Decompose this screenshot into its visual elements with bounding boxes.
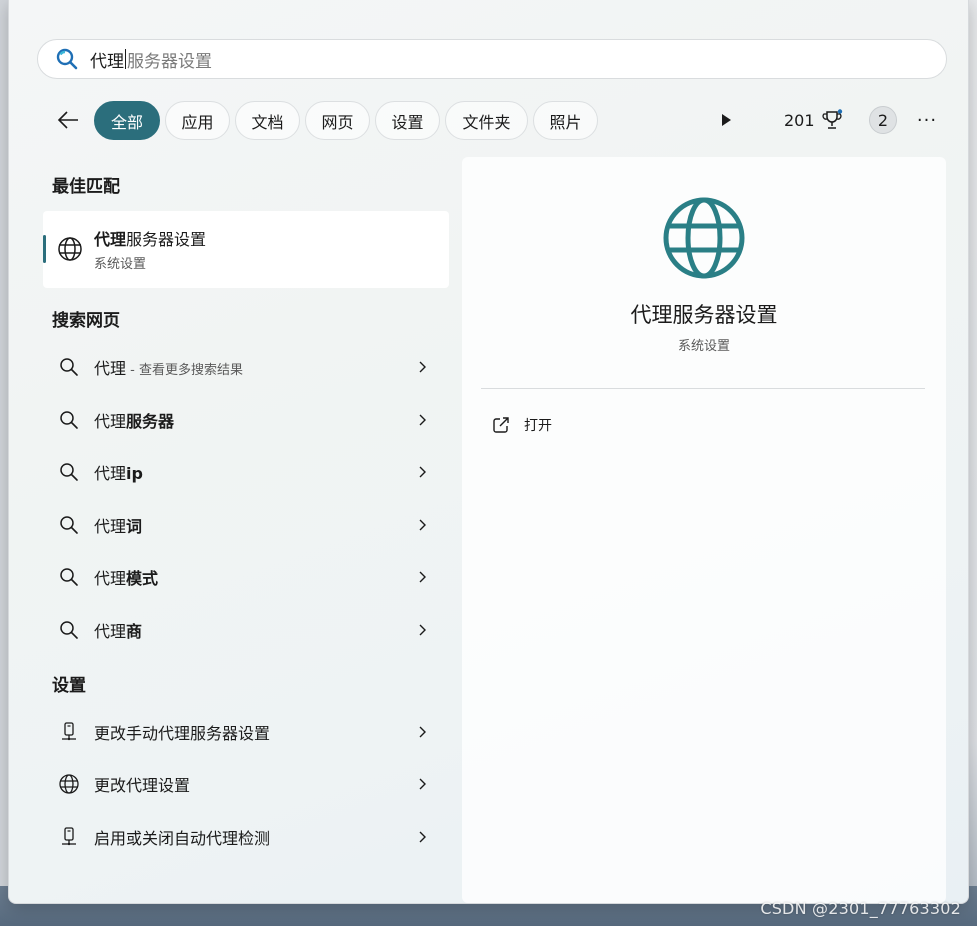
- web-search-item-label: 代理词: [94, 513, 142, 537]
- search-typed-text: 代理: [90, 51, 124, 72]
- settings-item-label: 启用或关闭自动代理检测: [94, 829, 271, 848]
- query-prefix: 代理: [94, 359, 127, 378]
- search-icon: [57, 513, 81, 537]
- chevron-right-icon: [419, 361, 426, 373]
- filter-chip-folders[interactable]: 文件夹: [445, 101, 528, 140]
- best-match-title: 代理服务器设置: [94, 226, 206, 250]
- best-match-subtitle: 系统设置: [94, 257, 147, 272]
- chevron-right-icon: [419, 466, 426, 478]
- filter-bar: 全部 应用 文档 网页 设置 文件夹 照片 201 2 ···: [53, 100, 953, 140]
- search-icon: [57, 408, 81, 432]
- query-prefix: 代理: [94, 412, 127, 431]
- query-completion: 服务器: [126, 412, 175, 431]
- search-icon: [57, 618, 81, 642]
- web-search-item-label: 代理ip: [94, 460, 143, 484]
- query-completion: ip: [126, 464, 143, 483]
- query-completion: 词: [126, 517, 143, 536]
- globe-icon: [56, 235, 84, 263]
- background-window-edge-left: [0, 0, 8, 926]
- more-filters-play-button[interactable]: [717, 111, 735, 129]
- open-label: 打开: [524, 418, 552, 434]
- best-match-heading: 最佳匹配: [52, 177, 120, 197]
- web-search-item-label: 代理商: [94, 618, 142, 642]
- web-search-item-label: 代理 - 查看更多搜索结果: [94, 355, 243, 379]
- chevron-right-icon: [419, 778, 426, 790]
- query-prefix: 代理: [94, 517, 127, 536]
- trophy-icon: [822, 109, 842, 129]
- chevron-right-icon: [419, 519, 426, 531]
- search-panel: 代理 服务器设置 全部 应用 文档 网页 设置 文件夹 照片 201 2 ···…: [8, 0, 969, 904]
- chevron-right-icon: [419, 726, 426, 738]
- chevron-right-icon: [419, 831, 426, 843]
- search-icon: [57, 355, 81, 379]
- settings-item-label: 更改代理设置: [94, 776, 191, 795]
- query-prefix: 代理: [94, 569, 127, 588]
- preview-subtitle: 系统设置: [677, 339, 730, 354]
- back-button[interactable]: [53, 106, 83, 134]
- search-bar[interactable]: 代理 服务器设置: [37, 39, 947, 79]
- web-search-item[interactable]: 代理商: [43, 605, 449, 655]
- web-search-item[interactable]: 代理服务器: [43, 395, 449, 445]
- search-icon: [57, 460, 81, 484]
- preview-title: 代理服务器设置: [630, 303, 778, 327]
- network-device-icon: [57, 825, 81, 849]
- chevron-right-icon: [419, 414, 426, 426]
- settings-heading: 设置: [52, 676, 86, 696]
- query-prefix: 代理: [94, 622, 127, 641]
- search-suggestion-text: 服务器设置: [127, 51, 212, 72]
- web-search-item[interactable]: 代理词: [43, 500, 449, 550]
- arrow-left-icon: [57, 111, 78, 129]
- search-input[interactable]: 代理 服务器设置: [90, 44, 910, 74]
- play-icon: [722, 114, 731, 126]
- query-hint: - 查看更多搜索结果: [126, 363, 243, 378]
- filter-chip-settings[interactable]: 设置: [375, 101, 440, 140]
- web-search-item[interactable]: 代理模式: [43, 552, 449, 602]
- rewards-points-value: 201: [784, 110, 815, 130]
- best-match-title-rest: 服务器设置: [126, 230, 207, 249]
- web-search-item-label: 代理服务器: [94, 408, 174, 432]
- web-search-item[interactable]: 代理ip: [43, 447, 449, 497]
- filter-chip-photos[interactable]: 照片: [533, 101, 598, 140]
- preview-pane: 代理服务器设置 系统设置 打开: [462, 157, 946, 903]
- account-badge[interactable]: 2: [869, 106, 897, 134]
- open-external-icon: [493, 417, 509, 433]
- settings-item[interactable]: 更改手动代理服务器设置: [43, 707, 449, 757]
- search-icon: [56, 48, 78, 70]
- settings-item-label: 更改手动代理服务器设置: [94, 724, 271, 743]
- rewards-points[interactable]: 201: [784, 108, 843, 132]
- filter-chip-apps[interactable]: 应用: [165, 101, 230, 140]
- preview-divider: [481, 388, 925, 389]
- filter-chip-all[interactable]: 全部: [94, 101, 160, 140]
- query-prefix: 代理: [94, 464, 127, 483]
- filter-chip-web[interactable]: 网页: [305, 101, 370, 140]
- network-device-icon: [57, 720, 81, 744]
- settings-item[interactable]: 更改代理设置: [43, 759, 449, 809]
- chevron-right-icon: [419, 624, 426, 636]
- globe-icon: [661, 195, 747, 281]
- text-caret: [125, 49, 126, 69]
- chevron-right-icon: [419, 571, 426, 583]
- filter-chip-documents[interactable]: 文档: [235, 101, 300, 140]
- more-options-button[interactable]: ···: [913, 106, 941, 134]
- selection-indicator: [43, 235, 46, 263]
- query-completion: 模式: [126, 569, 159, 588]
- best-match-result[interactable]: 代理服务器设置 系统设置: [43, 211, 449, 288]
- web-search-item-label: 代理模式: [94, 565, 158, 589]
- search-icon: [57, 565, 81, 589]
- web-search-heading: 搜索网页: [52, 311, 120, 331]
- globe-icon: [57, 772, 81, 796]
- open-button[interactable]: 打开: [492, 410, 552, 440]
- watermark: CSDN @2301_77763302: [760, 899, 961, 918]
- web-search-item[interactable]: 代理 - 查看更多搜索结果: [43, 342, 449, 392]
- settings-item[interactable]: 启用或关闭自动代理检测: [43, 812, 449, 862]
- best-match-title-bold: 代理: [94, 230, 127, 249]
- query-completion: 商: [126, 622, 143, 641]
